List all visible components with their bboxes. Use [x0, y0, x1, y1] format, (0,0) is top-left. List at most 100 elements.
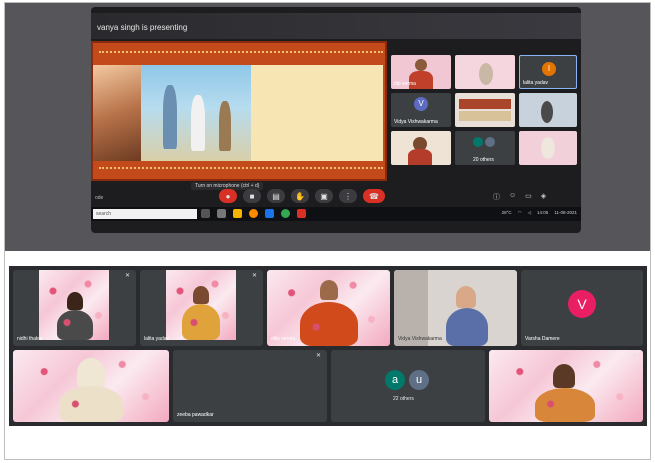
avatar — [473, 137, 483, 147]
face — [67, 292, 83, 310]
taskbar-apps — [201, 209, 306, 218]
side-tile-others-label: 20 others — [473, 157, 494, 163]
windows-taskbar: search 28°C ◠ ◁ 14:05 11-08-2021 — [91, 207, 581, 221]
weather-temp: 28°C — [501, 210, 512, 215]
shared-thumb — [459, 99, 511, 109]
meeting-controls: ● ■ ▤ ✋ ▣ ⋮ ☎ — [219, 189, 385, 203]
camera-button[interactable]: ■ — [243, 189, 261, 203]
presenting-text: vanya singh is presenting — [97, 23, 188, 32]
side-tile-name: lalita yadav — [523, 80, 549, 86]
clock-time: 14:05 — [537, 210, 549, 215]
raise-hand-button[interactable]: ✋ — [291, 189, 309, 203]
body — [300, 302, 358, 346]
avatar — [541, 101, 553, 123]
participant-tile[interactable]: V Varsha Damere — [521, 270, 643, 346]
slide-illustration-scene — [141, 65, 251, 161]
captions-button[interactable]: ▤ — [267, 189, 285, 203]
task-view-icon[interactable] — [201, 209, 210, 218]
participant-tile[interactable]: ✕ — [489, 350, 643, 422]
shared-slide — [91, 41, 387, 181]
end-call-button[interactable]: ☎ — [363, 189, 385, 203]
participant-name: Vidya Vishwakarma — [398, 336, 442, 342]
people-icon[interactable]: ☺ — [509, 192, 516, 202]
participant-name: zeeba pawadkar — [177, 412, 214, 418]
participant-name: dilip verma — [271, 336, 296, 342]
shared-thumb-2 — [459, 111, 511, 121]
more-options-button[interactable]: ⋮ — [339, 189, 357, 203]
chat-icon[interactable]: ▭ — [525, 192, 532, 202]
side-tile-7[interactable] — [391, 131, 451, 165]
face — [193, 286, 209, 304]
partial-label: ode — [95, 195, 104, 201]
app-icon[interactable] — [297, 209, 306, 218]
side-tile-1[interactable]: dip verma — [391, 55, 451, 89]
edge-icon[interactable] — [265, 209, 274, 218]
presenter-side-tiles: dip verma l lalita yadav V Vidya Vishwak… — [391, 55, 581, 171]
participant-name: Varsha Damere — [525, 336, 560, 342]
side-tile-6[interactable] — [519, 93, 577, 127]
avatar — [485, 137, 495, 147]
avatar-initial: V — [568, 290, 596, 318]
file-explorer-icon[interactable] — [233, 209, 242, 218]
participant-tile[interactable]: Vidya Vishwakarma — [394, 270, 517, 346]
body — [535, 388, 595, 422]
participant-tile[interactable]: ✕ nidhi thakur — [13, 270, 136, 346]
participant-tile[interactable]: ✕ zeeba pawadkar — [173, 350, 327, 422]
widgets-icon[interactable] — [217, 209, 226, 218]
side-tile-5[interactable] — [455, 93, 515, 127]
others-count: 22 others — [393, 396, 414, 402]
taskbar-search[interactable]: search — [93, 209, 197, 219]
avatar — [479, 63, 493, 85]
participant-name: lalita yadav — [144, 336, 170, 342]
mic-off-button[interactable]: ● — [219, 189, 237, 203]
video-feed — [166, 270, 236, 340]
avatar-initial: a — [385, 370, 405, 390]
figure-2 — [191, 95, 205, 151]
side-tile-others[interactable]: 20 others — [455, 131, 515, 165]
laptop-screen: vanya singh is presenting dip verma l la… — [91, 7, 581, 233]
avatar-initial: V — [414, 97, 428, 111]
avatar — [541, 137, 555, 159]
body — [59, 386, 123, 422]
chrome-icon[interactable] — [281, 209, 290, 218]
face — [320, 280, 338, 300]
room-wall — [394, 270, 428, 346]
meeting-side-controls: ⓘ ☺ ▭ ◈ — [493, 192, 546, 202]
clock-date: 11-08-2021 — [554, 210, 577, 215]
present-button[interactable]: ▣ — [315, 189, 333, 203]
side-tile-name: Vidya Vishwakarma — [394, 119, 438, 125]
side-tile-9[interactable] — [519, 131, 577, 165]
side-tile-3[interactable]: l lalita yadav — [519, 55, 577, 89]
figure-3 — [219, 101, 231, 151]
avatar-initial: l — [542, 62, 556, 76]
slide-border-top — [99, 51, 383, 61]
participant-tile[interactable]: ✕ lalita yadav — [140, 270, 263, 346]
face — [553, 364, 575, 388]
mic-off-icon: ✕ — [252, 273, 258, 279]
avatar — [415, 59, 427, 71]
side-tile-name: dip verma — [394, 81, 416, 87]
mic-off-icon: ✕ — [316, 353, 322, 359]
mic-off-icon: ✕ — [632, 353, 638, 359]
wifi-icon[interactable]: ◠ — [518, 210, 522, 216]
participant-tile[interactable] — [13, 350, 169, 422]
activities-icon[interactable]: ◈ — [541, 192, 546, 202]
others-tile[interactable]: a u 22 others — [331, 350, 485, 422]
body — [57, 310, 93, 340]
body — [446, 308, 488, 346]
side-tile-4[interactable]: V Vidya Vishwakarma — [391, 93, 451, 127]
firefox-icon[interactable] — [249, 209, 258, 218]
participant-grid: ✕ nidhi thakur ✕ lalita yadav dilip verm… — [9, 266, 647, 426]
face — [77, 358, 105, 388]
info-icon[interactable]: ⓘ — [493, 192, 500, 202]
side-tile-2[interactable] — [455, 55, 515, 89]
body — [408, 149, 432, 165]
avatar-initial: u — [409, 370, 429, 390]
figure-1 — [163, 85, 177, 149]
mic-off-icon: ✕ — [125, 273, 131, 279]
presenting-banner: vanya singh is presenting — [91, 13, 581, 39]
participant-name: nidhi thakur — [17, 336, 43, 342]
photo-background: vanya singh is presenting dip verma l la… — [5, 3, 650, 251]
participant-tile[interactable]: dilip verma — [267, 270, 390, 346]
volume-icon[interactable]: ◁ — [528, 210, 531, 216]
